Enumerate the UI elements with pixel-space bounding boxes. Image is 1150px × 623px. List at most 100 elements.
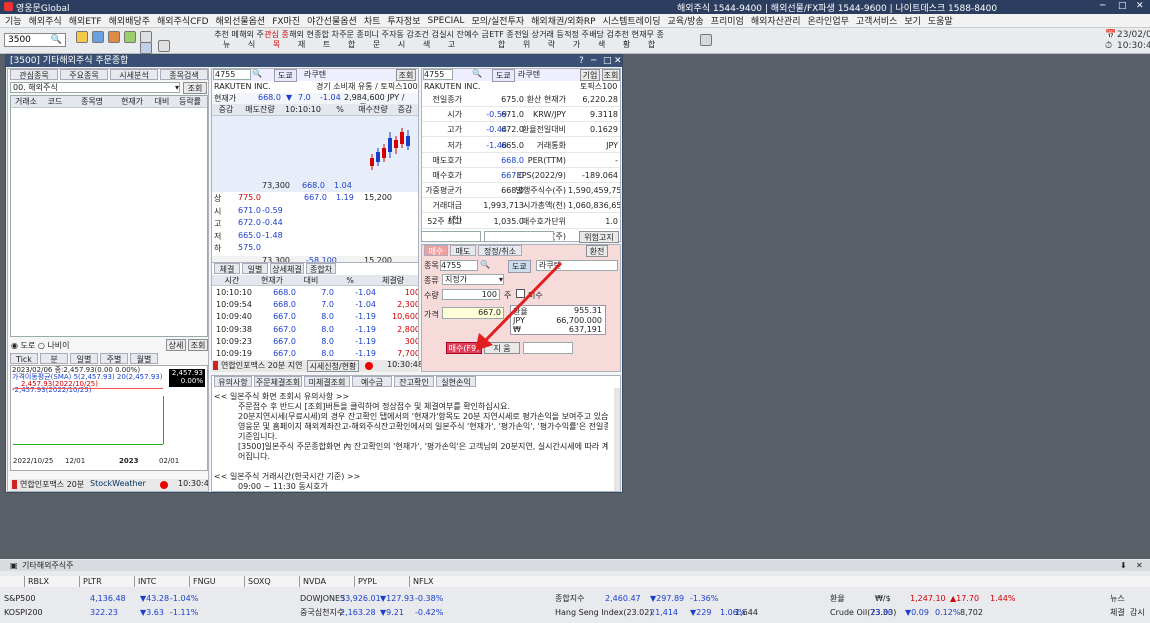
notice-tab-2[interactable]: 미체결조회 — [304, 376, 350, 387]
window-maximize-icon[interactable]: □ — [603, 55, 612, 67]
menu-item-2[interactable]: 해외ETF — [69, 14, 102, 27]
menu-item-0[interactable]: 기능 — [5, 14, 22, 27]
query-button[interactable]: 조회 — [188, 339, 208, 351]
notice-scrollbar[interactable] — [614, 388, 620, 491]
menu-item-10[interactable]: SPECIAL — [428, 16, 465, 26]
menu-item-3[interactable]: 해외배당주 — [109, 14, 150, 27]
period-tab-1[interactable]: 분 — [40, 353, 68, 364]
left-tab-3[interactable]: 종목검색 — [160, 69, 208, 80]
radio-on-icon[interactable]: ◉ — [11, 341, 18, 350]
info-select-1[interactable] — [421, 231, 481, 242]
menu-item-14[interactable]: 교육/방송 — [668, 14, 704, 27]
info-code-input[interactable]: 4755 — [423, 69, 453, 80]
toolbar-button-4[interactable]: 종합 차트 — [314, 30, 339, 52]
chevron-down-icon[interactable]: ▾ — [175, 83, 179, 92]
toolbar-button-15[interactable]: 배당 검색 — [589, 30, 614, 52]
menu-item-4[interactable]: 해외주식CFD — [157, 14, 209, 27]
toolbar-button-7[interactable]: 자동 감시 — [389, 30, 414, 52]
toolbar-button-2[interactable]: 관심 종목 — [264, 30, 289, 52]
menu-item-15[interactable]: 프리미엄 — [711, 14, 744, 27]
lookup-button[interactable]: 조회 — [183, 82, 207, 94]
window-icon[interactable] — [140, 42, 152, 54]
download-icon[interactable]: ⬇ — [1120, 560, 1127, 571]
menu-item-12[interactable]: 해외채권/외화RP — [531, 14, 595, 27]
menu-item-20[interactable]: 도움말 — [928, 14, 953, 27]
notice-tab-4[interactable]: 잔고확인 — [394, 376, 434, 387]
notice-tab-0[interactable]: 유의사항 — [214, 376, 252, 387]
chart-icon[interactable] — [92, 31, 104, 43]
note-icon[interactable] — [124, 31, 136, 43]
period-tab-4[interactable]: 월별 — [130, 353, 158, 364]
menu-item-1[interactable]: 해외주식 — [29, 14, 62, 27]
menu-item-13[interactable]: 시스템트레이딩 — [603, 14, 661, 27]
company-button[interactable]: 기업 — [580, 69, 600, 81]
menu-item-7[interactable]: 야간선물옵션 — [307, 14, 357, 27]
menu-item-17[interactable]: 온라인업무 — [808, 14, 849, 27]
toolbar-button-0[interactable]: 추천 메뉴 — [214, 30, 239, 52]
risk-notice-button[interactable]: 위험고지 — [579, 231, 619, 243]
search-icon[interactable]: 🔍 — [252, 69, 262, 78]
radio-off-icon[interactable]: ○ — [38, 341, 45, 350]
news-link[interactable]: 뉴스 — [1110, 593, 1125, 604]
ticker-4[interactable]: SOXQ — [244, 576, 271, 587]
toolbar-button-13[interactable]: 거래 등락 — [539, 30, 564, 52]
lock-screen-icon[interactable] — [700, 34, 712, 46]
toolbar-button-11[interactable]: ETF 종합 — [489, 30, 514, 52]
trade-tab-3[interactable]: 종합차트 — [306, 263, 336, 285]
minimize-icon[interactable]: ─ — [1100, 1, 1105, 11]
notice-tab-3[interactable]: 예수금 — [352, 376, 392, 387]
menu-item-8[interactable]: 차트 — [364, 14, 381, 27]
exchange-button[interactable]: 환전 — [586, 245, 608, 257]
maximize-icon[interactable]: □ — [1118, 1, 1127, 11]
period-tab-3[interactable]: 주별 — [100, 353, 128, 364]
group-select[interactable]: 00. 해외주식 ▾ — [10, 82, 180, 93]
toolbar-button-17[interactable]: 재무 종합 — [639, 30, 664, 52]
ticker-6[interactable]: PYPL — [354, 576, 377, 587]
toolbar-button-14[interactable]: 적정 주가 — [564, 30, 589, 52]
window-help-icon[interactable]: ? — [579, 55, 584, 67]
toolbar-button-16[interactable]: 추천 현황 — [614, 30, 639, 52]
ticker-2[interactable]: INTC — [134, 576, 156, 587]
menu-item-5[interactable]: 해외선물옵션 — [216, 14, 266, 27]
search-icon[interactable]: 🔍 — [472, 69, 482, 78]
toolbar-button-3[interactable]: 해외 현재 — [289, 30, 314, 52]
notice-tab-1[interactable]: 주문체결조회 — [254, 376, 302, 387]
info-select-2[interactable] — [484, 231, 554, 242]
executions-link[interactable]: 체결 — [1110, 607, 1125, 618]
window-minimize-icon[interactable]: ─ — [591, 55, 596, 67]
toolbar-button-10[interactable]: 예수 금 — [464, 30, 489, 52]
bottom-close-icon[interactable]: ✕ — [1136, 560, 1143, 571]
search-icon[interactable]: 🔍 — [51, 34, 62, 46]
menu-item-19[interactable]: 보기 — [904, 14, 921, 27]
window-close-icon[interactable]: ✕ — [614, 55, 622, 67]
detail-button[interactable]: 상세 — [166, 339, 186, 351]
toolbar-button-6[interactable]: 미니 주문 — [364, 30, 389, 52]
toolbar-button-12[interactable]: 전일 상위 — [514, 30, 539, 52]
left-tab-1[interactable]: 주요종목 — [60, 69, 108, 80]
ticker-1[interactable]: PLTR — [79, 576, 102, 587]
settings-icon[interactable] — [158, 40, 170, 52]
toolbar-button-5[interactable]: 주문 종합 — [339, 30, 364, 52]
menu-item-9[interactable]: 투자정보 — [387, 14, 420, 27]
quote-subscription-button[interactable]: 시세신청/현황 — [307, 360, 359, 372]
screen-number-input[interactable]: 3500 🔍 — [4, 33, 66, 47]
stock-code-input[interactable]: 4755 — [213, 69, 251, 80]
menu-item-6[interactable]: FX마진 — [272, 14, 300, 27]
info-lookup-button[interactable]: 조회 — [602, 69, 620, 81]
quote-lookup-button[interactable]: 조회 — [396, 69, 416, 81]
trade-tab-0[interactable]: 체결 — [214, 263, 240, 274]
menu-item-18[interactable]: 고객서비스 — [856, 14, 897, 27]
watch-link[interactable]: 감시 — [1130, 607, 1145, 618]
menu-item-16[interactable]: 해외자산관리 — [751, 14, 801, 27]
favorite-icon[interactable] — [76, 31, 88, 43]
order-tab-0[interactable]: 매수 — [424, 245, 448, 256]
ticker-7[interactable]: NFLX — [409, 576, 434, 587]
toolbar-button-8[interactable]: 조건 검색 — [414, 30, 439, 52]
period-tab-2[interactable]: 일별 — [70, 353, 98, 364]
trade-tab-1[interactable]: 일별 — [242, 263, 268, 274]
close-icon[interactable]: ✕ — [1136, 1, 1144, 11]
trade-tab-2[interactable]: 상세체결 — [270, 263, 304, 274]
period-tab-0[interactable]: Tick — [10, 353, 38, 364]
toolbar-button-1[interactable]: 해외 주식 — [239, 30, 264, 52]
notice-tab-5[interactable]: 실현손익 — [436, 376, 476, 387]
